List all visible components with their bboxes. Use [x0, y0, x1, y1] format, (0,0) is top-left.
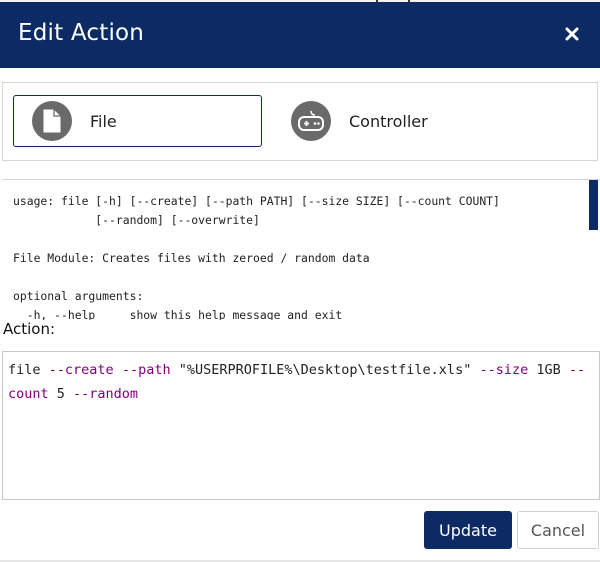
update-button[interactable]: Update: [424, 511, 512, 549]
command-text: 1GB: [528, 362, 569, 378]
help-text: usage: file [-h] [--create] [--path PATH…: [2, 180, 600, 320]
close-icon: [565, 27, 579, 41]
command-text: 5: [48, 386, 74, 402]
module-selector: File Controller: [2, 82, 598, 161]
module-controller-button[interactable]: Controller: [289, 95, 539, 147]
module-file-button[interactable]: File: [13, 95, 262, 147]
command-flag: --create: [48, 362, 114, 378]
gamepad-icon-circle: [291, 101, 331, 141]
dialog-title: Edit Action: [18, 20, 145, 46]
command-text: "%USERPROFILE%\Desktop\testfile.xls": [170, 362, 480, 378]
command-text: file: [8, 362, 49, 378]
help-line: File Module: Creates files with zeroed /…: [13, 251, 370, 265]
gamepad-icon: [298, 110, 324, 131]
dialog-header: Edit Action: [0, 2, 600, 68]
command-flag: --path: [121, 362, 171, 378]
file-icon-circle: [32, 101, 72, 141]
file-icon: [42, 108, 62, 134]
help-line: [--random] [--overwrite]: [13, 213, 260, 227]
command-text: [114, 362, 122, 378]
module-file-label: File: [90, 111, 117, 131]
help-scrollbar[interactable]: [589, 180, 598, 230]
action-editor[interactable]: file --create --path "%USERPROFILE%\Desk…: [2, 351, 600, 500]
help-line: -h, --help show this help message and ex…: [13, 308, 343, 320]
module-controller-label: Controller: [349, 111, 428, 131]
help-line: optional arguments:: [13, 289, 144, 303]
help-text-panel[interactable]: usage: file [-h] [--create] [--path PATH…: [2, 179, 600, 320]
action-label: Action:: [3, 320, 56, 338]
close-button[interactable]: [558, 20, 586, 48]
cancel-button[interactable]: Cancel: [517, 511, 599, 549]
command-flag: --size: [479, 362, 529, 378]
command-flag: --random: [73, 386, 139, 402]
help-line: usage: file [-h] [--create] [--path PATH…: [13, 194, 500, 208]
